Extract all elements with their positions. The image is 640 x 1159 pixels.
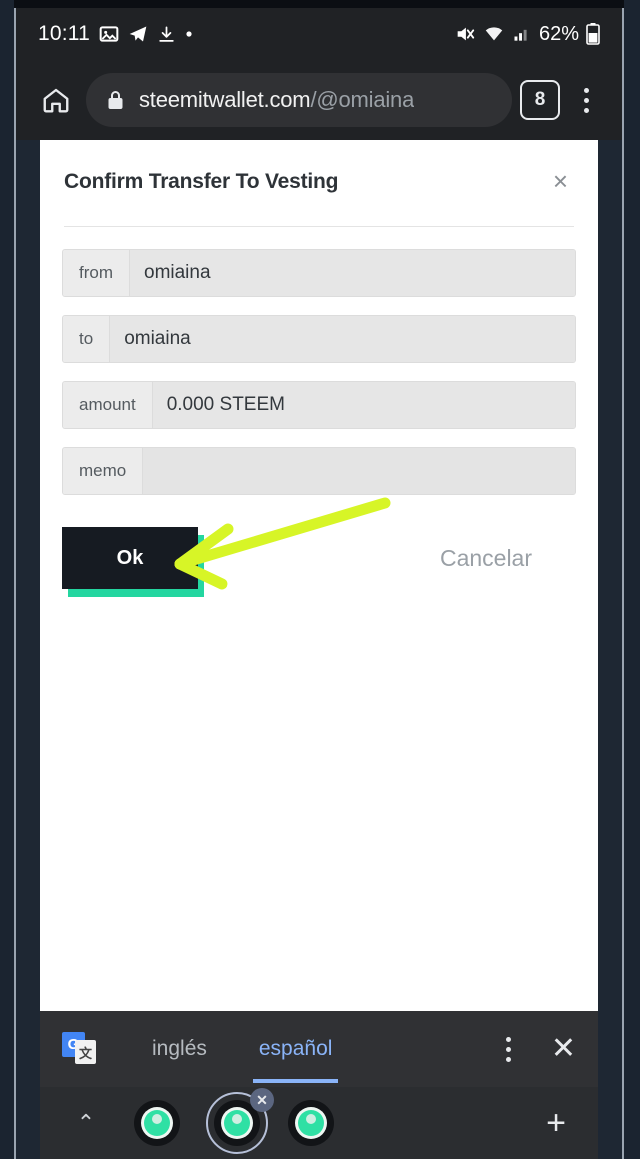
- address-bar-text: steemitwallet.com/@omiaina: [139, 87, 414, 113]
- dot-icon: [185, 30, 193, 38]
- translate-icon-glyph: 文: [75, 1040, 96, 1064]
- cancel-button[interactable]: Cancelar: [440, 545, 532, 572]
- modal-header: Confirm Transfer To Vesting ×: [40, 140, 598, 196]
- address-bar[interactable]: steemitwallet.com/@omiaina: [86, 73, 512, 127]
- tab-favicon-1: [144, 1110, 170, 1136]
- status-bar: 10:11 62%: [16, 8, 622, 60]
- field-value-amount[interactable]: 0.000 STEEM: [152, 382, 575, 428]
- field-value-from[interactable]: omiaina: [130, 250, 575, 296]
- browser-toolbar: steemitwallet.com/@omiaina 8: [16, 60, 622, 140]
- bottom-tab-strip: ⌃ ✕ +: [40, 1087, 598, 1159]
- new-tab-button[interactable]: +: [546, 1106, 572, 1140]
- field-label-to: to: [63, 316, 111, 362]
- close-icon[interactable]: ×: [547, 166, 574, 196]
- google-translate-icon[interactable]: G 文: [62, 1032, 96, 1066]
- signal-icon: [512, 24, 532, 44]
- field-row-to[interactable]: to omiaina: [62, 315, 576, 363]
- status-bar-right: 62%: [454, 23, 600, 46]
- tab-thumbnail-3[interactable]: [288, 1100, 334, 1146]
- modal-actions: Ok Cancelar: [40, 513, 598, 597]
- translate-close-icon[interactable]: ✕: [551, 1034, 576, 1064]
- field-value-memo[interactable]: [143, 448, 575, 494]
- status-bar-left: 10:11: [38, 22, 193, 46]
- mute-icon: [454, 23, 476, 45]
- image-icon: [99, 24, 119, 44]
- tab-close-icon[interactable]: ✕: [250, 1088, 274, 1112]
- home-icon[interactable]: [32, 76, 80, 124]
- field-label-from: from: [63, 250, 130, 296]
- overflow-menu-icon[interactable]: [566, 76, 606, 124]
- status-bar-clock: 10:11: [38, 22, 90, 45]
- battery-icon: [586, 23, 600, 45]
- translate-overflow-menu-icon[interactable]: [491, 1027, 527, 1071]
- field-label-memo: memo: [63, 448, 144, 494]
- tab-language-target[interactable]: español: [252, 1037, 339, 1083]
- field-row-amount[interactable]: amount 0.000 STEEM: [62, 381, 576, 429]
- field-value-to[interactable]: omiaina: [110, 316, 575, 362]
- field-label-amount: amount: [63, 382, 153, 428]
- battery-percent-label: 62%: [538, 22, 579, 45]
- tab-thumbnail-2-selected[interactable]: ✕: [206, 1088, 274, 1154]
- download-icon: [157, 25, 176, 44]
- url-path: /@omiaina: [310, 87, 415, 112]
- transfer-form: from omiaina to omiaina amount 0.000 STE…: [40, 227, 598, 495]
- frame-left-edge: [0, 0, 14, 1159]
- ok-button-wrapper: Ok: [62, 527, 204, 597]
- field-row-from[interactable]: from omiaina: [62, 249, 576, 297]
- tab-language-target-label: español: [258, 1037, 333, 1060]
- frame-right-edge: [624, 0, 640, 1159]
- tab-counter-button[interactable]: 8: [520, 80, 560, 120]
- web-page-content: Confirm Transfer To Vesting × from omiai…: [40, 140, 598, 1011]
- wifi-icon: [483, 23, 505, 45]
- lock-icon: [106, 89, 125, 111]
- page-title: Confirm Transfer To Vesting: [64, 170, 339, 193]
- tab-favicon-3: [298, 1110, 324, 1136]
- url-domain: steemitwallet.com: [139, 87, 311, 112]
- tab-active-underline: [252, 1079, 339, 1083]
- tab-thumbnail-1[interactable]: [134, 1100, 180, 1146]
- frame-top-edge: [0, 0, 640, 8]
- translate-bar: G 文 inglés español ✕: [40, 1011, 598, 1087]
- phone-viewport: 10:11 62% steemitwallet.com/@omiaina 8 C…: [16, 8, 622, 1159]
- chevron-up-icon[interactable]: ⌃: [66, 1110, 106, 1136]
- tab-language-source[interactable]: inglés: [146, 1037, 213, 1061]
- field-row-memo[interactable]: memo: [62, 447, 576, 495]
- telegram-icon: [128, 24, 148, 44]
- ok-button[interactable]: Ok: [62, 527, 198, 589]
